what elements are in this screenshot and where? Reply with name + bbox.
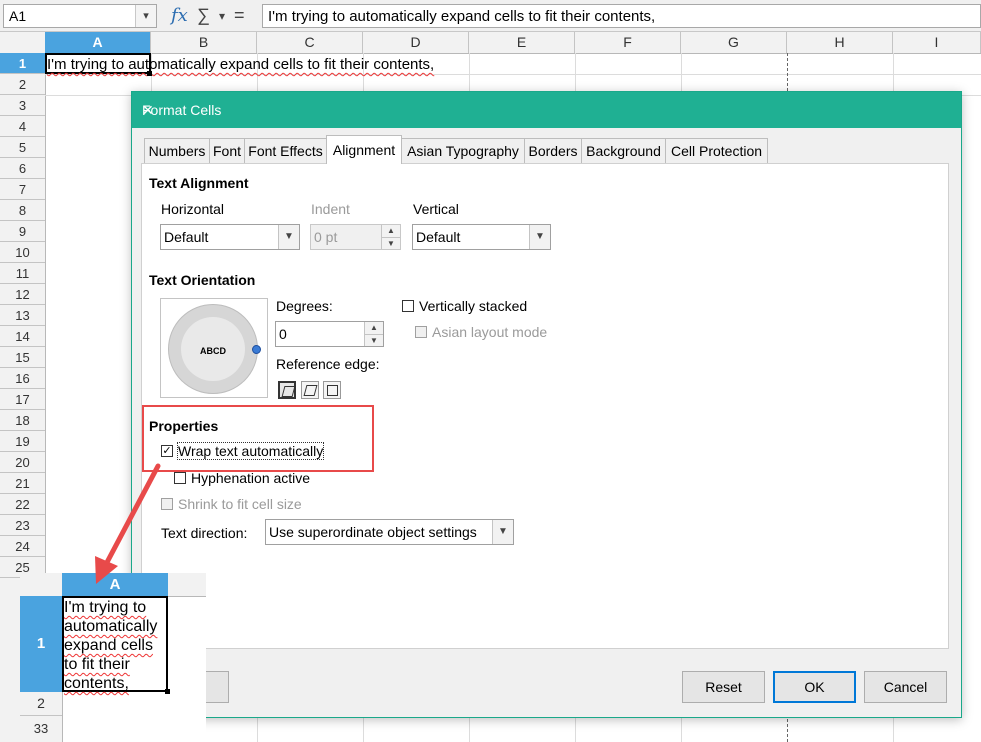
- tab-alignment[interactable]: Alignment: [326, 135, 402, 164]
- annotation-arrow: [95, 463, 161, 584]
